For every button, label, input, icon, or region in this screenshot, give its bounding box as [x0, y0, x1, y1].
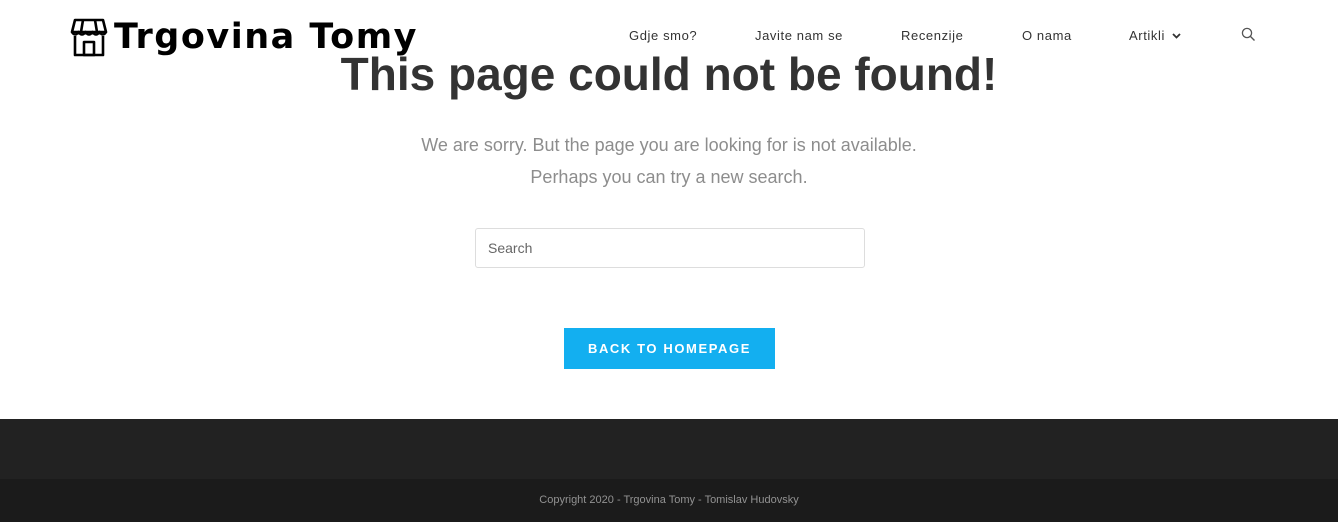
- nav-item-label: Javite nam se: [755, 28, 844, 43]
- search-input[interactable]: [475, 228, 865, 268]
- nav-item-o-nama[interactable]: O nama: [1022, 26, 1072, 46]
- error-message: We are sorry. But the page you are looki…: [421, 135, 917, 155]
- search-icon[interactable]: [1241, 27, 1256, 42]
- nav-item-label: Gdje smo?: [629, 28, 698, 43]
- page-root: Trgovina Tomy Gdje smo? Javite nam se Re…: [0, 0, 1338, 522]
- nav-item-artikli[interactable]: Artikli: [1129, 26, 1181, 46]
- nav-item-recenzije[interactable]: Recenzije: [901, 26, 964, 46]
- footer-bar: Copyright 2020 - Trgovina Tomy - Tomisla…: [0, 479, 1338, 522]
- nav-item-label: O nama: [1022, 28, 1072, 43]
- back-to-homepage-button[interactable]: BACK TO HOMEPAGE: [564, 328, 775, 369]
- nav-item-label: Artikli: [1129, 28, 1165, 43]
- footer-widgets: [0, 419, 1338, 479]
- nav-item-javite-nam-se[interactable]: Javite nam se: [755, 26, 843, 46]
- page-title: This page could not be found!: [340, 48, 998, 100]
- nav-item-label: Recenzije: [901, 28, 964, 43]
- nav-item-gdje-smo[interactable]: Gdje smo?: [629, 26, 697, 46]
- chevron-down-icon: [1172, 33, 1181, 39]
- copyright-text: Copyright 2020 - Trgovina Tomy - Tomisla…: [539, 494, 799, 506]
- search-suggestion: Perhaps you can try a new search.: [530, 167, 808, 187]
